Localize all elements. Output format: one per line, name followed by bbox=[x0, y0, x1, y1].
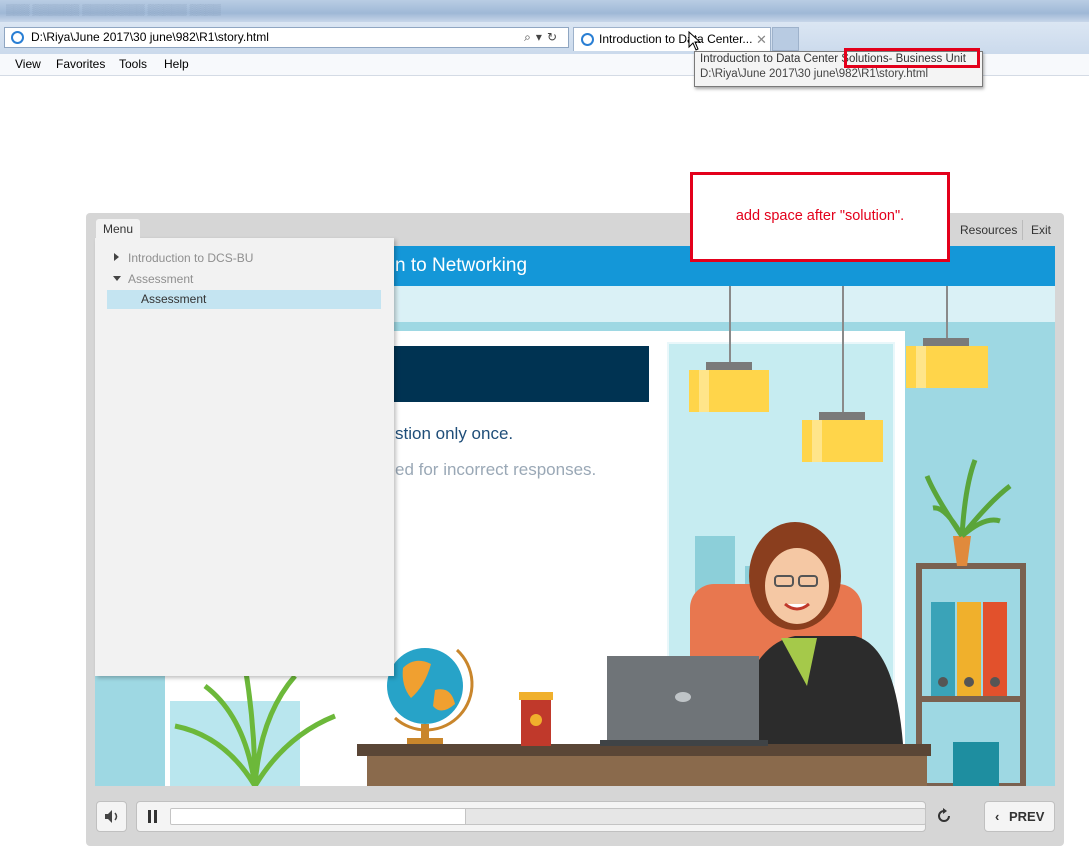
mouse-cursor-icon bbox=[688, 31, 702, 51]
lamp-1-icon bbox=[689, 286, 769, 412]
menu-item-assessment[interactable]: Assessment bbox=[141, 292, 206, 306]
menu-item-introduction[interactable]: Introduction to DCS-BU bbox=[128, 251, 253, 265]
lamp-2-icon bbox=[802, 286, 883, 462]
menu-panel: Introduction to DCS-BU Assessment Assess… bbox=[95, 238, 394, 676]
pause-button[interactable] bbox=[146, 808, 160, 825]
tooltip-path: D:\Riya\June 2017\30 june\982\R1\story.h… bbox=[700, 68, 928, 80]
dropdown-arrow-icon[interactable]: ▾ bbox=[536, 30, 547, 44]
new-tab-button[interactable] bbox=[772, 27, 799, 51]
bookshelf-icon bbox=[916, 563, 1026, 786]
search-icon[interactable]: ⌕ bbox=[524, 30, 536, 44]
refresh-icon[interactable]: ↻ bbox=[547, 30, 562, 44]
ie-page-icon bbox=[11, 31, 24, 44]
tab-close-icon[interactable]: ✕ bbox=[756, 28, 767, 51]
exit-link[interactable]: Exit bbox=[1031, 223, 1051, 237]
browser-tab[interactable]: Introduction to Data Center... ✕ bbox=[573, 27, 771, 51]
menu-help[interactable]: Help bbox=[164, 57, 189, 71]
seek-bar[interactable] bbox=[170, 808, 926, 825]
review-highlight-box bbox=[844, 48, 980, 68]
replay-button[interactable] bbox=[934, 806, 954, 826]
tab-title: Introduction to Data Center... bbox=[599, 32, 753, 46]
blurred-menu-text: ▒▒▒ ▒▒▒▒▒▒ ▒▒▒▒▒▒▒▒ ▒▒▒▒▒ ▒▒▒▒ bbox=[6, 4, 221, 16]
address-field[interactable]: D:\Riya\June 2017\30 june\982\R1\story.h… bbox=[4, 27, 569, 48]
volume-button[interactable] bbox=[96, 801, 127, 832]
expand-triangle-icon[interactable] bbox=[114, 253, 119, 261]
window-title-bar: ▒▒▒ ▒▒▒▒▒▒ ▒▒▒▒▒▒▒▒ ▒▒▒▒▒ ▒▒▒▒ bbox=[0, 0, 1089, 22]
menu-favorites[interactable]: Favorites bbox=[56, 57, 105, 71]
prev-label: PREV bbox=[1009, 809, 1045, 824]
pause-icon bbox=[148, 810, 157, 823]
prev-button[interactable]: ‹ PREV bbox=[984, 801, 1055, 832]
desk-icon bbox=[357, 744, 931, 786]
resources-link[interactable]: Resources bbox=[960, 223, 1017, 237]
globe-icon bbox=[387, 648, 474, 744]
ie-tab-icon bbox=[581, 33, 594, 46]
menu-tab[interactable]: Menu bbox=[96, 219, 140, 239]
chevron-left-icon: ‹ bbox=[995, 809, 1000, 824]
coffee-cup-icon bbox=[519, 692, 553, 746]
speaker-icon bbox=[105, 810, 118, 823]
seek-bar-progress bbox=[171, 809, 467, 824]
address-text: D:\Riya\June 2017\30 june\982\R1\story.h… bbox=[31, 30, 269, 44]
laptop-icon bbox=[600, 656, 768, 746]
lamp-3-icon bbox=[906, 286, 988, 388]
review-comment-text: add space after "solution". bbox=[735, 208, 905, 224]
replay-icon bbox=[938, 808, 950, 822]
collapse-triangle-icon[interactable] bbox=[113, 276, 121, 281]
menu-view[interactable]: View bbox=[15, 57, 41, 71]
menu-item-assessment-group[interactable]: Assessment bbox=[128, 272, 193, 286]
potted-plant-icon bbox=[924, 459, 1012, 566]
address-tools[interactable]: ⌕▾↻ bbox=[524, 28, 562, 47]
review-comment-box: add space after "solution". bbox=[690, 172, 950, 262]
menu-tools[interactable]: Tools bbox=[119, 57, 147, 71]
top-link-divider bbox=[1022, 220, 1023, 240]
